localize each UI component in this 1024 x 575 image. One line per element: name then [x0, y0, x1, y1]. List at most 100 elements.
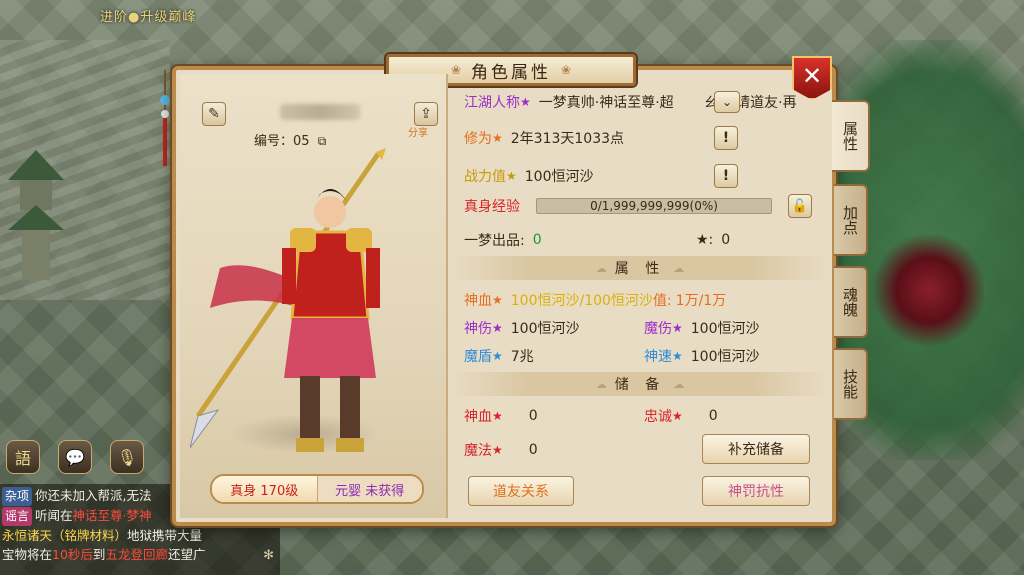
- product-value: 0: [532, 232, 542, 248]
- title-label: 江湖人称: [464, 95, 520, 111]
- chat-channel-tag[interactable]: 谣言: [2, 507, 33, 526]
- tab-add-points[interactable]: 加点: [834, 184, 868, 256]
- attr-moshang-row: 魔伤 ★ 100恒河沙: [644, 316, 760, 340]
- tab-nascent-soul[interactable]: 元婴 未获得: [316, 476, 422, 502]
- exp-row: 真身经验: [464, 194, 520, 218]
- attr-modun-value: 7兆: [510, 349, 534, 365]
- chat-text-segment: 地狱携带大量: [127, 528, 203, 543]
- tab-skills[interactable]: 技能: [834, 348, 868, 420]
- cultivation-row: 修为 ★ 2年313天1033点: [464, 126, 624, 150]
- attr-moshang-value: 100恒河沙: [690, 321, 760, 337]
- attr-shensu-star-icon: ★: [672, 349, 683, 363]
- jade-tassel-icon: [160, 70, 170, 166]
- cloud-ornament-icon: ☁: [673, 377, 685, 391]
- attributes-section-title: 属 性: [614, 261, 666, 277]
- share-label: 分享: [408, 128, 428, 139]
- tab-soul[interactable]: 魂魄: [834, 266, 868, 338]
- attr-shensu-label: 神速: [644, 349, 672, 365]
- cloud-ornament-icon: ☁: [595, 261, 607, 275]
- divine-penalty-resist-button[interactable]: 神罚抗性: [702, 476, 810, 506]
- chat-settings-icon[interactable]: ✻: [263, 546, 274, 565]
- character-attributes-dialog: ❀ 角色属性 ❀ ✕ ✎ ⇪ 分享 编号：05 ⧉ 真身 170级 元婴 未获得…: [172, 54, 836, 526]
- reserve-magic-label: 魔法: [464, 443, 492, 459]
- cloud-ornament-icon: ☁: [595, 377, 607, 391]
- exclamation-icon: !: [722, 130, 730, 146]
- scene-banner-text: 进阶●升级巅峰: [100, 10, 197, 25]
- red-flower-decoration: [874, 230, 984, 350]
- voice-icon[interactable]: 🎙: [110, 440, 144, 474]
- edit-name-button[interactable]: ✎: [202, 102, 226, 126]
- exp-lock-button[interactable]: 🔓: [788, 194, 812, 218]
- chat-text-segment: 到: [92, 547, 106, 562]
- power-info-button[interactable]: !: [714, 164, 738, 188]
- share-button[interactable]: ⇪: [414, 102, 438, 126]
- chat-bubble-icon[interactable]: 💬: [58, 440, 92, 474]
- tab-add-points-label: 加点: [841, 205, 859, 235]
- copy-icon[interactable]: ⧉: [318, 134, 327, 149]
- reserve-loyalty-row: 忠诚 ★ 0: [644, 404, 718, 428]
- tab-true-body[interactable]: 真身 170级: [212, 476, 317, 502]
- attr-moshang-label: 魔伤: [644, 321, 672, 337]
- product-label: 一梦出品:: [464, 233, 525, 249]
- friends-relation-button[interactable]: 道友关系: [468, 476, 574, 506]
- cultivation-value: 2年313天1033点: [510, 131, 625, 147]
- star-count-value: 0: [721, 232, 731, 248]
- attribute-info-panel: 江湖人称 ★ 一梦真帅·神话至尊·超 ㄠ·邀请道友·再 ⌄ 修为 ★ 2年313天10…: [452, 74, 832, 518]
- pencil-icon: ✎: [208, 106, 220, 122]
- refill-reserve-button[interactable]: 补充储备: [702, 434, 810, 464]
- reserve-shenxue-label: 神血: [464, 409, 492, 425]
- attr-shenshang-value: 100恒河沙: [510, 321, 580, 337]
- character-panel: ✎ ⇪ 分享 编号：05 ⧉ 真身 170级 元婴 未获得: [180, 74, 448, 518]
- reserve-section-header: ☁ 储 备 ☁: [452, 372, 828, 396]
- character-id: 编号：05 ⧉: [254, 130, 326, 149]
- attr-shenxue-row: 神血 ★ 100恒河沙/100恒河沙 值: 1万/1万: [464, 288, 726, 312]
- title-star-icon: ★: [520, 95, 531, 109]
- character-id-text: 编号：05: [254, 134, 310, 149]
- jade-chat-icon[interactable]: 語: [6, 440, 40, 474]
- reserve-shenxue-row: 神血 ★ 0: [464, 404, 538, 428]
- power-row: 战力值 ★ 100恒河沙: [464, 164, 594, 188]
- chat-text-segment[interactable]: 神话至尊·梦神: [73, 508, 152, 523]
- product-row: 一梦出品: 0: [464, 228, 542, 252]
- cloud-ornament-icon: ☁: [673, 261, 685, 275]
- attr-shensu-value: 100恒河沙: [690, 349, 760, 365]
- title-value: 一梦真帅·神话至尊·超: [538, 95, 674, 111]
- tab-soul-label: 魂魄: [841, 287, 859, 317]
- attr-shenxue-star-icon: ★: [492, 293, 503, 307]
- attr-modun-label: 魔盾: [464, 349, 492, 365]
- chat-channel-tag[interactable]: 杂项: [2, 487, 33, 506]
- chat-text-segment[interactable]: 五龙登回廊: [105, 547, 168, 562]
- attr-shenxue-extra-label: 值:: [652, 293, 672, 309]
- attr-shenxue-label: 神血: [464, 293, 492, 309]
- unlock-icon: 🔓: [791, 198, 809, 214]
- exclamation-icon: !: [722, 168, 730, 184]
- reserve-loyalty-label: 忠诚: [644, 409, 672, 425]
- tab-attributes-label: 属性: [841, 121, 859, 151]
- star-count-row: ★: 0: [696, 228, 730, 252]
- title-dropdown-button[interactable]: ⌄: [714, 91, 740, 113]
- cultivation-label: 修为: [464, 131, 492, 147]
- attr-shensu-row: 神速 ★ 100恒河沙: [644, 344, 760, 368]
- tab-attributes[interactable]: 属性: [832, 100, 870, 172]
- tab-skills-label: 技能: [841, 369, 859, 399]
- reserve-magic-value: 0: [528, 442, 538, 458]
- reserve-shenxue-value: 0: [528, 408, 538, 424]
- quick-chat-icons: 語 💬 🎙: [6, 440, 144, 474]
- body-form-tabs: 真身 170级 元婴 未获得: [210, 474, 424, 504]
- exp-progress-bar: 0/1,999,999,999(0%): [536, 198, 772, 214]
- chat-line: 宝物将在10秒后到五龙登回廊还望广: [2, 545, 278, 564]
- pagoda-icon: [8, 150, 64, 280]
- attr-shenshang-label: 神伤: [464, 321, 492, 337]
- title-row: 江湖人称 ★ 一梦真帅·神话至尊·超 ㄠ·邀请道友·再: [464, 90, 797, 114]
- attr-modun-row: 魔盾 ★ 7兆: [464, 344, 534, 368]
- chat-text-segment[interactable]: 永恒诸天（铭牌材料）: [2, 528, 127, 543]
- chevron-down-icon: ⌄: [721, 95, 733, 109]
- attr-shenxue-value: 100恒河沙/100恒河沙: [510, 293, 653, 309]
- reserve-magic-star-icon: ★: [492, 443, 503, 457]
- reserve-shenxue-star-icon: ★: [492, 409, 503, 423]
- chat-text-segment[interactable]: 10秒后: [52, 547, 93, 562]
- cultivation-info-button[interactable]: !: [714, 126, 738, 150]
- attr-shenshang-row: 神伤 ★ 100恒河沙: [464, 316, 580, 340]
- chat-text-segment: 听闻在: [35, 508, 73, 523]
- star-count-label: ★:: [696, 232, 714, 248]
